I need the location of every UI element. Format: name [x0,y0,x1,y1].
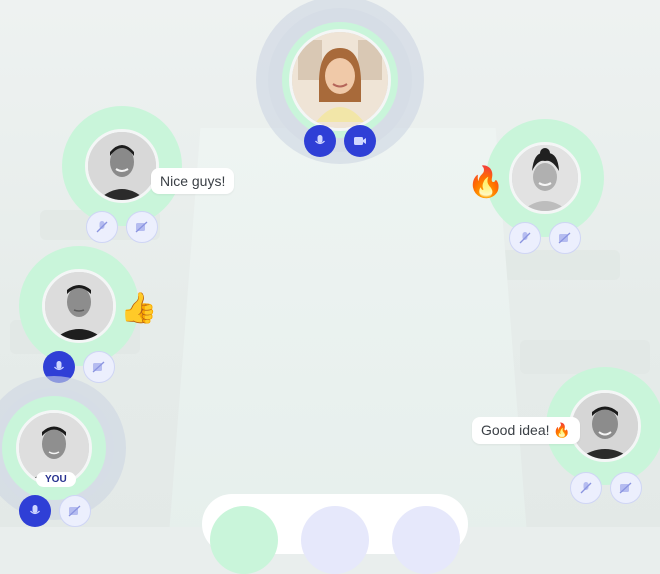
left-top-mic-muted-button[interactable] [86,211,118,243]
avatar [509,142,581,214]
you-badge: YOU [36,472,76,487]
avatar [42,269,116,343]
dock-button[interactable] [392,506,460,574]
left-top-video-off-button[interactable] [126,211,158,243]
microphone-off-icon [580,482,592,494]
avatar [289,29,391,131]
you-mic-button[interactable] [19,495,51,527]
video-off-icon [92,361,105,373]
right-top-mic-muted-button[interactable] [509,222,541,254]
chair [500,250,620,280]
participant-host[interactable] [268,8,412,152]
left-mid-mic-button[interactable] [43,351,75,383]
video-camera-icon [354,137,366,145]
participant-left-top[interactable] [62,106,182,226]
right-bottom-mic-muted-button[interactable] [570,472,602,504]
video-off-icon [558,232,571,244]
right-bottom-video-off-button[interactable] [610,472,642,504]
control-dock [202,494,468,574]
video-off-icon [68,505,81,517]
right-top-video-off-button[interactable] [549,222,581,254]
microphone-off-icon [519,232,531,244]
left-mid-video-off-button[interactable] [83,351,115,383]
fire-reaction: 🔥 [467,166,505,199]
avatar [85,129,159,203]
microphone-icon [30,505,40,515]
chat-message-bubble: Nice guys! [151,168,235,194]
you-video-off-button[interactable] [59,495,91,527]
chat-message-bubble: Good idea! 🔥 [472,417,580,444]
video-off-icon [619,482,632,494]
host-video-button[interactable] [344,125,376,157]
microphone-icon [54,361,64,371]
microphone-icon [315,135,325,145]
thumbs-up-reaction: 👍 [120,292,158,325]
chair [520,340,650,374]
microphone-off-icon [96,221,108,233]
dock-button[interactable] [210,506,278,574]
video-off-icon [135,221,148,233]
host-mic-button[interactable] [304,125,336,157]
dock-button[interactable] [301,506,369,574]
